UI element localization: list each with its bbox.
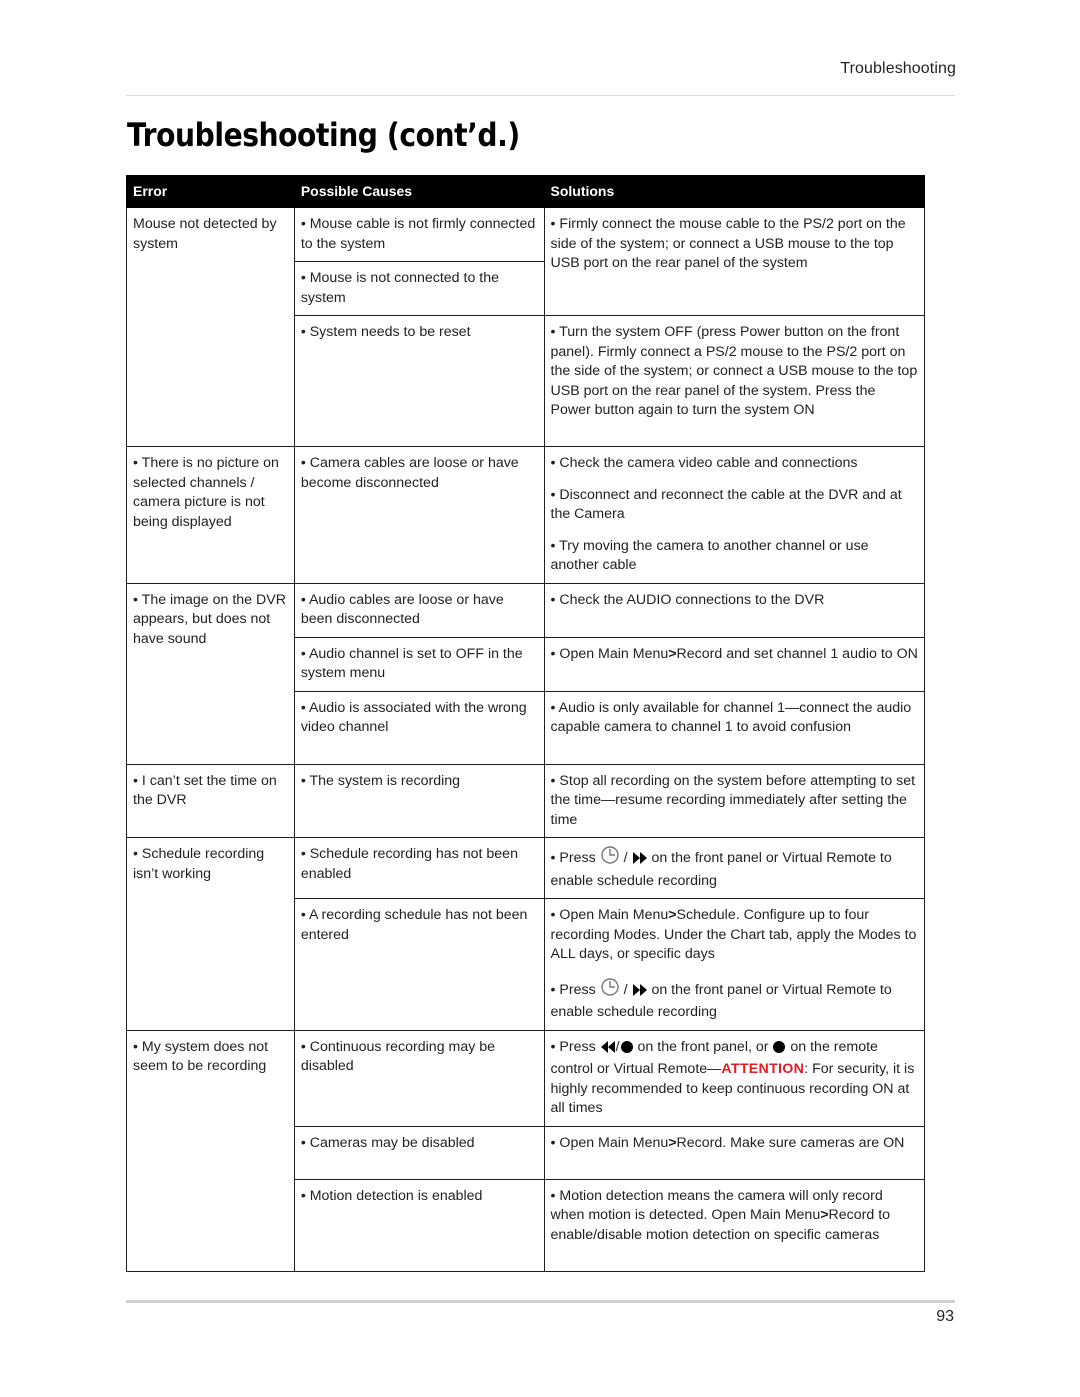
clock-icon — [600, 977, 620, 1004]
cause-cell: • Audio channel is set to OFF in the sys… — [293, 636, 545, 692]
table-row: • The image on the DVR appears, but does… — [126, 582, 925, 765]
table-row: • My system does not seem to be recordin… — [126, 1029, 925, 1272]
solution-cell: • Press / on the front panel, or on the … — [543, 1029, 925, 1127]
solution-text: • Press — [550, 850, 596, 866]
cause-cell: • Schedule recording has not been enable… — [293, 837, 545, 899]
table-row: Mouse not detected by system • Mouse cab… — [126, 207, 925, 447]
solution-text: • Open Main Menu — [550, 1134, 669, 1151]
page-number: 93 — [936, 1308, 954, 1325]
menu-arrow: > — [668, 645, 677, 662]
solution-text: • Check the AUDIO connections to the DVR — [550, 591, 825, 608]
fast-forward-icon — [632, 983, 648, 1004]
cause-cell: • Mouse cable is not firmly connected to… — [293, 207, 545, 262]
cause-cell: • Audio cables are loose or have been di… — [293, 582, 545, 638]
menu-arrow: > — [668, 907, 677, 923]
record-dot-icon — [620, 1040, 634, 1061]
solution-text: • Stop all recording on the system befor… — [550, 772, 916, 828]
slash: / — [623, 850, 628, 866]
solution-cell: • Open Main Menu>Record and set channel … — [543, 636, 925, 692]
error-cell: • Schedule recording isn’t working — [126, 837, 295, 1031]
solution-cell: • Check the camera video cable and conne… — [543, 446, 925, 584]
page-title: Troubleshooting (cont’d.) — [127, 116, 520, 154]
header-possible-causes: Possible Causes — [293, 175, 545, 208]
solution-text: Record and set channel 1 audio to ON — [676, 645, 918, 662]
solution-text: • Firmly connect the mouse cable to the … — [550, 216, 906, 271]
solution-cell: • Firmly connect the mouse cable to the … — [543, 207, 925, 316]
cause-cell: • System needs to be reset — [293, 315, 545, 447]
header-solutions: Solutions — [543, 175, 925, 208]
header-error: Error — [126, 175, 295, 208]
cause-cell: • Motion detection is enabled — [293, 1178, 545, 1272]
solution-text: • Disconnect and reconnect the cable at … — [550, 486, 902, 523]
clock-icon — [600, 845, 620, 872]
solution-cell: • Audio is only available for channel 1—… — [543, 690, 925, 765]
cause-cell: • Audio is associated with the wrong vid… — [293, 690, 545, 765]
top-rule — [126, 95, 955, 96]
error-cell: • I can’t set the time on the DVR — [126, 763, 295, 838]
slash: / — [623, 981, 628, 998]
menu-arrow: > — [820, 1207, 829, 1223]
cause-cell: • The system is recording — [293, 763, 545, 838]
solution-cell: • Open Main Menu>Schedule. Configure up … — [543, 898, 925, 1031]
table-row: • Schedule recording isn’t working • Sch… — [126, 837, 925, 1031]
solution-cell: • Open Main Menu>Record. Make sure camer… — [543, 1125, 925, 1180]
solution-text: • Try moving the camera to another chann… — [550, 537, 869, 574]
troubleshooting-table: Error Possible Causes Solutions Mouse no… — [126, 175, 925, 1272]
solution-text: • Turn the system OFF (press Power butto… — [550, 324, 918, 418]
solution-text: • Open Main Menu — [550, 645, 669, 662]
solution-text: • Audio is only available for channel 1—… — [550, 699, 912, 736]
solution-cell: • Motion detection means the camera will… — [543, 1178, 925, 1272]
cause-cell: • Camera cables are loose or have become… — [293, 446, 545, 584]
attention-label: ATTENTION — [721, 1061, 805, 1077]
solution-text: • Check the camera video cable and conne… — [550, 455, 858, 471]
rewind-icon — [600, 1040, 616, 1061]
table-row: • I can’t set the time on the DVR • The … — [126, 763, 925, 838]
error-cell: • My system does not seem to be recordin… — [126, 1029, 295, 1272]
cause-cell: • Cameras may be disabled — [293, 1125, 545, 1180]
running-head: Troubleshooting — [840, 60, 956, 77]
solution-text: • Press — [550, 981, 596, 998]
table-row: • There is no picture on selected channe… — [126, 446, 925, 584]
solution-text: • Press — [550, 1038, 596, 1055]
solution-text: on the front panel, or — [637, 1038, 769, 1055]
solution-text: • Open Main Menu — [550, 907, 669, 923]
solution-cell: • Stop all recording on the system befor… — [543, 763, 925, 838]
solution-cell: • Check the AUDIO connections to the DVR — [543, 582, 925, 638]
record-dot-icon — [772, 1040, 786, 1061]
error-cell: • The image on the DVR appears, but does… — [126, 582, 295, 765]
cause-cell: • A recording schedule has not been ente… — [293, 898, 545, 1031]
menu-arrow: > — [668, 1134, 677, 1151]
bottom-rule — [126, 1300, 955, 1303]
cause-cell: • Mouse is not connected to the system — [293, 261, 545, 316]
solution-cell: • Press / on the front panel or Virtual … — [543, 837, 925, 899]
fast-forward-icon — [632, 851, 648, 872]
solution-cell: • Turn the system OFF (press Power butto… — [543, 315, 925, 447]
error-cell: Mouse not detected by system — [126, 207, 295, 447]
cause-cell: • Continuous recording may be disabled — [293, 1029, 545, 1127]
solution-text: Record. Make sure cameras are ON — [676, 1134, 905, 1151]
table-header-row: Error Possible Causes Solutions — [126, 175, 925, 208]
error-cell: • There is no picture on selected channe… — [126, 446, 295, 584]
